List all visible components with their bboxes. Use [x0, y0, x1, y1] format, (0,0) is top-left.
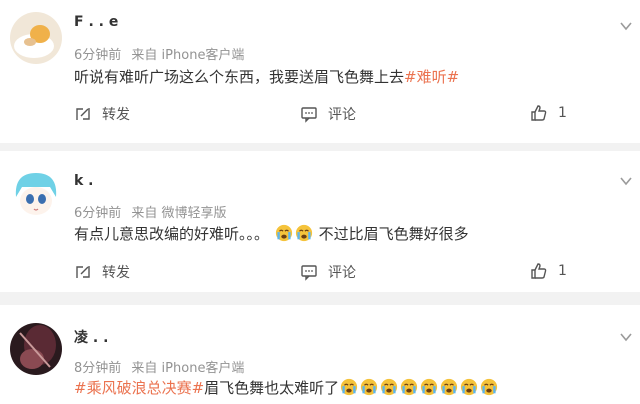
- comment-source: 来自 微博轻享版: [131, 206, 227, 221]
- username[interactable]: k .: [74, 173, 94, 189]
- comment-meta: 6分钟前 来自 微博轻享版: [74, 202, 227, 221]
- comment-text: 有点儿意思改编的好难听。。。 不过比眉飞色舞好很多: [74, 224, 469, 243]
- crying-face-emoji: [360, 378, 378, 396]
- topic-link[interactable]: #乘风破浪总决赛#: [74, 379, 204, 397]
- repost-label: 转发: [102, 107, 130, 123]
- avatar[interactable]: [10, 323, 62, 375]
- repost-button[interactable]: 转发: [74, 104, 130, 124]
- comment-meta: 6分钟前 来自 iPhone客户端: [74, 44, 244, 63]
- crying-face-emoji: [380, 378, 398, 396]
- thumbs-up-icon: [531, 105, 547, 121]
- like-count: 1: [558, 263, 567, 279]
- comment-card: k . 6分钟前 来自 微博轻享版 有点儿意思改编的好难听。。。 不过比眉飞色舞…: [0, 151, 640, 292]
- comment-button[interactable]: 评论: [300, 262, 356, 282]
- comment-source: 来自 iPhone客户端: [131, 361, 245, 376]
- comment-card: F . . e 6分钟前 来自 iPhone客户端 听说有难听广场这么个东西，我…: [0, 0, 640, 143]
- like-button[interactable]: 1: [530, 104, 567, 122]
- crying-face-emoji: [420, 378, 438, 396]
- comment-label: 评论: [328, 107, 356, 123]
- chevron-down-icon[interactable]: [620, 327, 632, 342]
- username[interactable]: 凌 . .: [74, 327, 108, 347]
- repost-button[interactable]: 转发: [74, 262, 130, 282]
- chevron-down-icon[interactable]: [620, 16, 632, 31]
- chevron-down-icon[interactable]: [620, 171, 632, 186]
- crying-face-emoji: [460, 378, 478, 396]
- crying-face-emoji: [340, 378, 358, 396]
- comment-icon: [301, 265, 317, 281]
- avatar[interactable]: [10, 12, 62, 64]
- repost-icon: [76, 108, 90, 120]
- comment-source: 来自 iPhone客户端: [131, 48, 245, 63]
- comment-text: #乘风破浪总决赛#眉飞色舞也太难听了: [74, 377, 499, 398]
- like-button[interactable]: 1: [530, 262, 567, 280]
- comment-feed: F . . e 6分钟前 来自 iPhone客户端 听说有难听广场这么个东西，我…: [0, 0, 640, 404]
- thumbs-up-icon: [531, 263, 547, 279]
- like-count: 1: [558, 105, 567, 121]
- crying-face-emoji: [295, 224, 313, 242]
- comment-label: 评论: [328, 265, 356, 281]
- comment-icon: [301, 107, 317, 123]
- crying-face-emoji: [275, 224, 293, 242]
- comment-time: 8分钟前: [74, 361, 122, 376]
- comment-text: 听说有难听广场这么个东西，我要送眉飞色舞上去#难听#: [74, 68, 460, 86]
- comment-time: 6分钟前: [74, 48, 122, 63]
- username[interactable]: F . . e: [74, 14, 118, 30]
- topic-link[interactable]: #难听#: [404, 68, 459, 86]
- avatar[interactable]: [10, 167, 62, 219]
- crying-face-emoji: [440, 378, 458, 396]
- comment-time: 6分钟前: [74, 206, 122, 221]
- comment-button[interactable]: 评论: [300, 104, 356, 124]
- comment-meta: 8分钟前 来自 iPhone客户端: [74, 357, 244, 376]
- comment-card: 凌 . . 8分钟前 来自 iPhone客户端 #乘风破浪总决赛#眉飞色舞也太难…: [0, 305, 640, 404]
- crying-face-emoji: [480, 378, 498, 396]
- crying-face-emoji: [400, 378, 418, 396]
- repost-icon: [76, 266, 90, 278]
- repost-label: 转发: [102, 265, 130, 281]
